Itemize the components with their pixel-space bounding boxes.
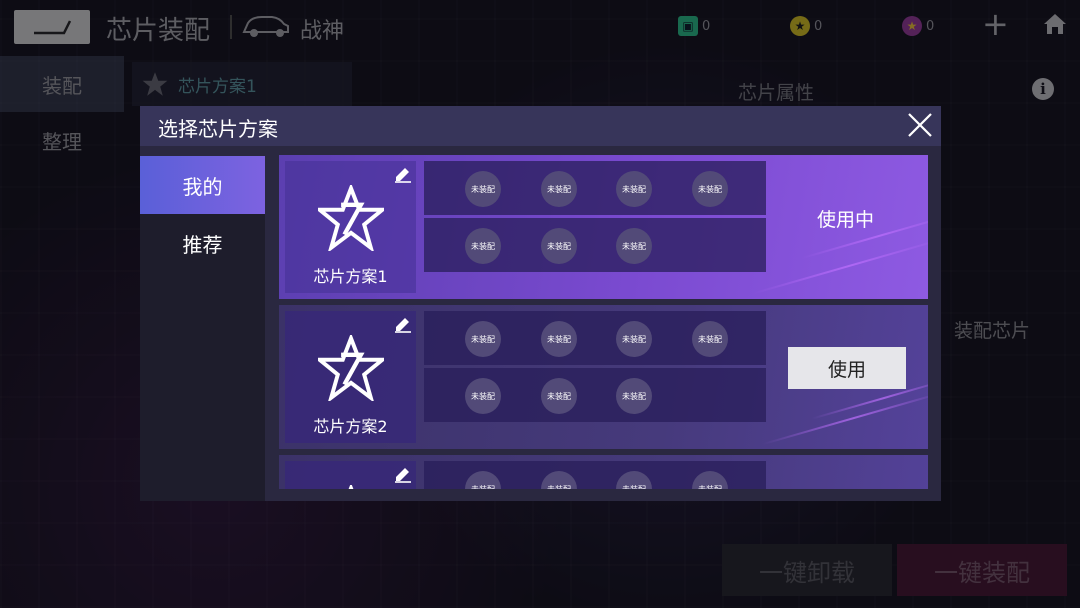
plan-name: 芯片方案1 bbox=[313, 267, 388, 286]
chip-slots: 未装配 未装配 未装配 未装配 未装配 未装配 未装配 bbox=[424, 161, 766, 272]
in-use-label: 使用中 bbox=[817, 209, 875, 231]
plan-card[interactable]: 未装配 未装配 未装配 未装配 bbox=[279, 455, 928, 489]
chip-slot[interactable]: 未装配 bbox=[465, 471, 501, 489]
tab-recommended[interactable]: 推荐 bbox=[140, 214, 265, 272]
edit-icon[interactable] bbox=[393, 315, 413, 333]
chip-slot[interactable]: 未装配 bbox=[541, 171, 577, 207]
chip-slot[interactable]: 未装配 bbox=[465, 171, 501, 207]
chip-slot[interactable]: 未装配 bbox=[541, 471, 577, 489]
dialog-title: 选择芯片方案 bbox=[158, 117, 278, 141]
slot-row: 未装配 未装配 未装配 bbox=[424, 368, 766, 422]
chip-slot[interactable]: 未装配 bbox=[541, 321, 577, 357]
chip-slot[interactable]: 未装配 bbox=[616, 171, 652, 207]
plan-card[interactable]: 芯片方案2 未装配 未装配 未装配 未装配 未装配 未装配 未装配 使用 bbox=[279, 305, 928, 449]
select-chip-plan-dialog: 选择芯片方案 我的 推荐 芯片方案1 未装配 未装配 未装配 未装配 未装配 未… bbox=[140, 106, 941, 501]
tab-label: 推荐 bbox=[182, 232, 223, 257]
plan-thumbnail: 芯片方案1 bbox=[285, 161, 416, 293]
tab-label: 我的 bbox=[182, 174, 223, 199]
slot-row: 未装配 未装配 未装配 bbox=[424, 218, 766, 272]
star-logo-icon bbox=[348, 485, 354, 489]
chip-slot[interactable]: 未装配 bbox=[465, 321, 501, 357]
chip-slot[interactable]: 未装配 bbox=[692, 471, 728, 489]
chip-slots: 未装配 未装配 未装配 未装配 bbox=[424, 461, 766, 489]
chip-slots: 未装配 未装配 未装配 未装配 未装配 未装配 未装配 bbox=[424, 311, 766, 422]
chip-slot[interactable]: 未装配 bbox=[541, 228, 577, 264]
plan-thumbnail bbox=[285, 461, 416, 489]
use-plan-button[interactable]: 使用 bbox=[788, 347, 906, 389]
slot-row: 未装配 未装配 未装配 未装配 bbox=[424, 461, 766, 489]
chip-slot[interactable]: 未装配 bbox=[692, 321, 728, 357]
chip-slot[interactable]: 未装配 bbox=[616, 321, 652, 357]
tab-mine[interactable]: 我的 bbox=[140, 156, 265, 214]
close-icon[interactable] bbox=[906, 111, 934, 139]
chip-slot[interactable]: 未装配 bbox=[616, 228, 652, 264]
decor-streak bbox=[762, 390, 928, 446]
plan-list[interactable]: 芯片方案1 未装配 未装配 未装配 未装配 未装配 未装配 未装配 使用中 芯片… bbox=[279, 155, 928, 489]
plan-name: 芯片方案2 bbox=[313, 417, 388, 436]
dialog-header: 选择芯片方案 bbox=[140, 106, 941, 146]
plan-thumbnail: 芯片方案2 bbox=[285, 311, 416, 443]
chip-slot[interactable]: 未装配 bbox=[616, 471, 652, 489]
chip-slot[interactable]: 未装配 bbox=[616, 378, 652, 414]
plan-card[interactable]: 芯片方案1 未装配 未装配 未装配 未装配 未装配 未装配 未装配 使用中 bbox=[279, 155, 928, 299]
slot-row: 未装配 未装配 未装配 未装配 bbox=[424, 311, 766, 365]
chip-slot[interactable]: 未装配 bbox=[541, 378, 577, 414]
slot-row: 未装配 未装配 未装配 未装配 bbox=[424, 161, 766, 215]
chip-slot[interactable]: 未装配 bbox=[692, 171, 728, 207]
edit-icon[interactable] bbox=[393, 465, 413, 483]
edit-icon[interactable] bbox=[393, 165, 413, 183]
star-logo-icon bbox=[318, 335, 384, 401]
chip-slot[interactable]: 未装配 bbox=[465, 378, 501, 414]
star-logo-icon bbox=[318, 185, 384, 251]
dialog-side-tabs: 我的 推荐 bbox=[140, 156, 265, 501]
chip-slot[interactable]: 未装配 bbox=[465, 228, 501, 264]
